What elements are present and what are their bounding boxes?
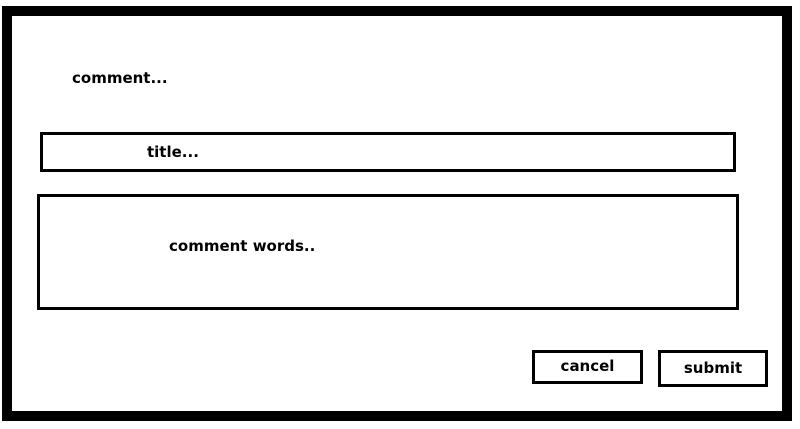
comment-dialog: comment... title... comment words.. canc…: [2, 6, 792, 421]
comment-textarea[interactable]: comment words..: [37, 194, 739, 310]
comment-placeholder: comment words..: [169, 237, 316, 255]
dialog-heading: comment...: [72, 69, 168, 87]
title-input[interactable]: title...: [40, 132, 736, 172]
title-placeholder: title...: [147, 143, 199, 161]
submit-button[interactable]: submit: [658, 350, 768, 387]
cancel-button[interactable]: cancel: [532, 350, 643, 384]
